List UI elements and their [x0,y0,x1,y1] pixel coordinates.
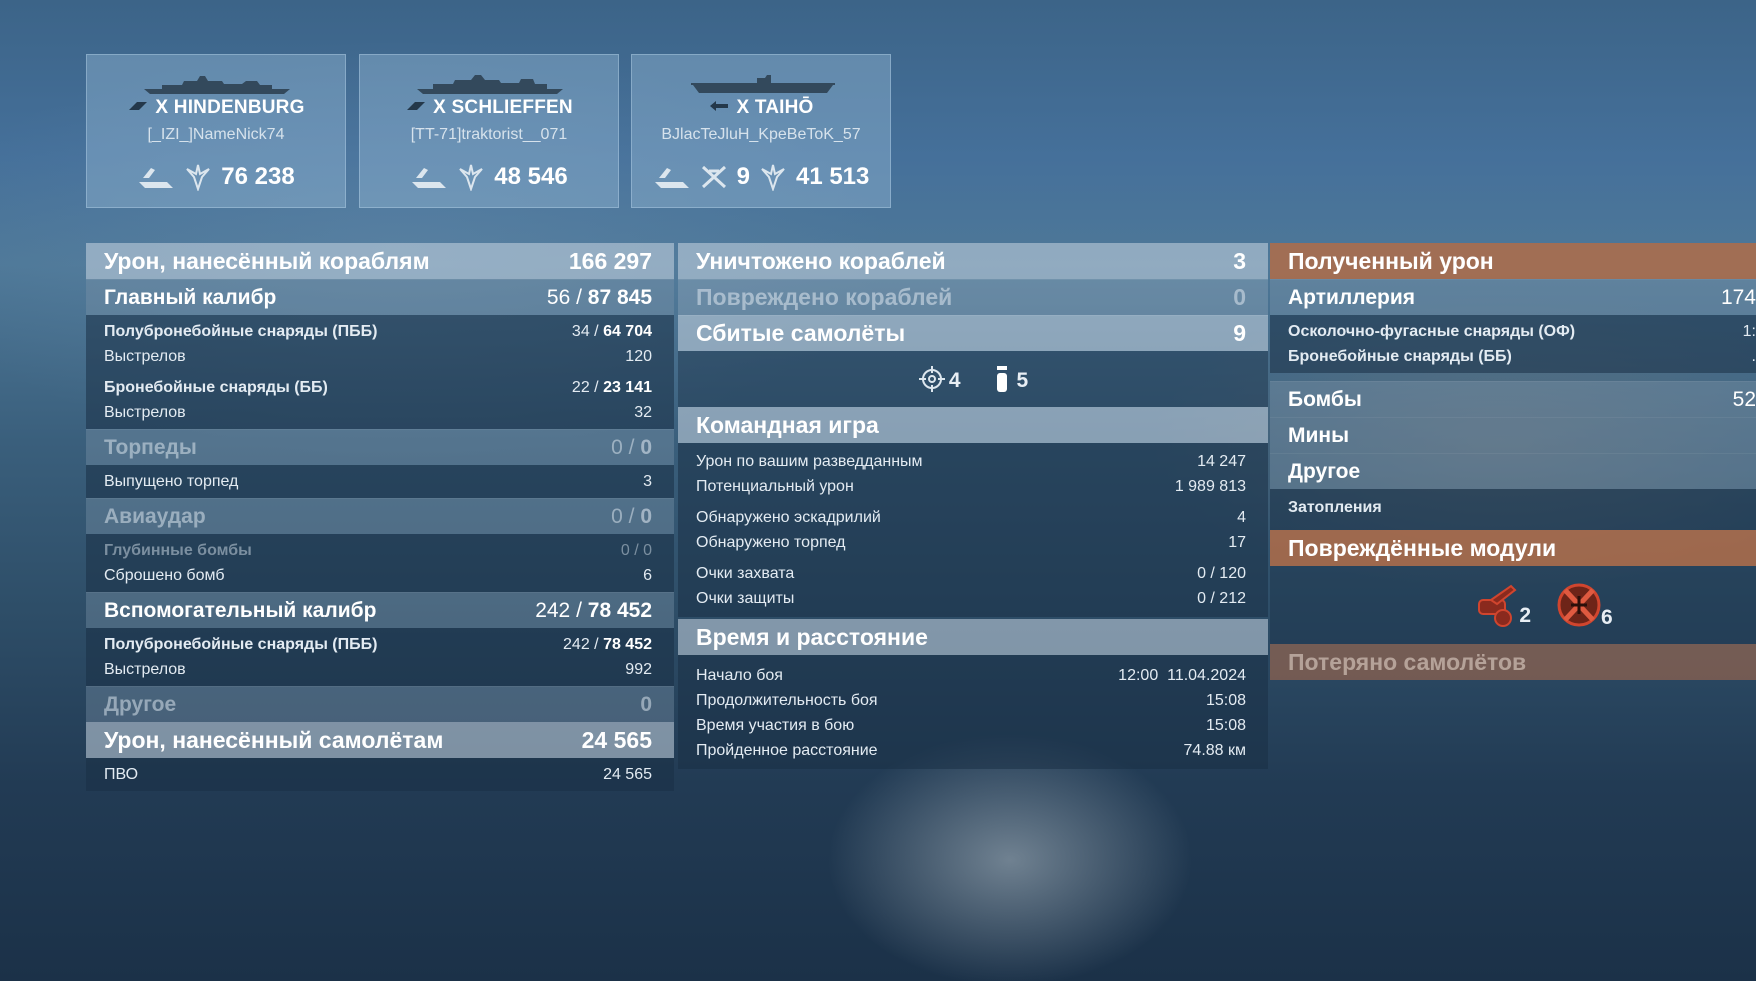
carrier-class-icon [710,101,729,111]
cruiser-class-icon [129,102,148,110]
kills-panel: Уничтожено кораблей 3 Повреждено корабле… [678,243,1268,769]
player-name: [TT-71]traktorist__071 [410,126,568,143]
lost-planes-header[interactable]: Потеряно самолётов [1270,644,1756,680]
teamplay-header[interactable]: Командная игра [678,407,1268,443]
depth-charges-row: Глубинные бомбы 0 / 0 [104,541,652,559]
ship-damage-header[interactable]: Урон, нанесённый кораблям 166 297 [86,243,674,279]
ap-received-row: Бронебойные снаряды (ББ). [1288,347,1756,365]
plane-damage-header[interactable]: Урон, нанесённый самолётам 24 565 [86,722,674,758]
ship-name: TAIHŌ [754,97,814,118]
other-received-details: Затопления [1270,489,1756,530]
torpedo-details: Выпущено торпед 3 [86,465,674,498]
ship-damage-icon [412,168,447,188]
ap-shots-row: Выстрелов 32 [104,403,652,421]
defense-points-row: Очки защиты 0 / 212 [696,589,1246,607]
fighter-kills-count: 4 [948,369,961,392]
sap-shots-row: Выстрелов 120 [104,347,652,365]
received-damage-panel: Полученный урон Артиллерия 174 Осколочно… [1270,243,1756,680]
ship-damage-value: 48 546 [494,163,568,190]
damaged-guns-count: 2 [1519,604,1531,627]
potential-damage-row: Потенциальный урон 1 989 813 [696,477,1246,495]
ap-row: Бронебойные снаряды (ББ) 22 / 23 141 [104,378,652,396]
battle-duration-row: Продолжительность боя 15:08 [696,691,1246,709]
spotting-damage-row: Урон по вашим разведданным 14 247 [696,452,1246,470]
sap-row: Полубронебойные снаряды (ПББ) 34 / 64 704 [104,322,652,340]
ships-destroyed-row[interactable]: Уничтожено кораблей 3 [678,243,1268,279]
airstrike-details: Глубинные бомбы 0 / 0 Сброшено бомб 6 [86,534,674,592]
torpedoes-spotted-row: Обнаружено торпед 17 [696,533,1246,551]
distance-row: Пройденное расстояние 74.88 км [696,741,1246,759]
damaged-modules-icons: 2 6 [1270,566,1756,644]
squadrons-spotted-row: Обнаружено эскадрилий 4 [696,508,1246,526]
damage-panel: Урон, нанесённый кораблям 166 297 Главны… [86,243,674,791]
time-distance-header[interactable]: Время и расстояние [678,619,1268,655]
aa-shell-icon [996,366,1007,392]
ship-name: HINDENBURG [173,97,305,118]
ship-tier: X [433,97,447,118]
time-distance-details: Начало боя 12:00 11.04.2024 Продолжительн… [678,655,1268,769]
secondary-sap-row: Полубронебойные снаряды (ПББ) 242 / 78 45… [104,635,652,653]
ships-damaged-row[interactable]: Повреждено кораблей 0 [678,279,1268,315]
torpedoes-fired-row: Выпущено торпед 3 [104,472,652,490]
planes-shot-value: 9 [736,163,750,190]
teamplay-details: Урон по вашим разведданным 14 247 Потенци… [678,443,1268,617]
secondary-battery-row[interactable]: Вспомогательный калибр 242 / 78 452 [86,592,674,628]
battle-start-row: Начало боя 12:00 11.04.2024 [696,666,1246,684]
ship-damage-icon [139,168,174,188]
explosion-icon [186,164,211,191]
damaged-gun-icon [1478,584,1517,627]
bombs-dropped-row: Сброшено бомб 6 [104,566,652,584]
ship-silhouette-icon [417,75,563,94]
participation-time-row: Время участия в бою 15:08 [696,716,1246,734]
received-damage-header[interactable]: Полученный урон [1270,243,1756,279]
planes-shot-down-row[interactable]: Сбитые самолёты 9 [678,315,1268,351]
ship-damage-icon [654,168,689,188]
planes-breakdown: 4 5 [678,351,1268,407]
explosion-icon [459,164,484,191]
ship-name: SCHLIEFFEN [451,97,573,118]
ship-damage-value: 76 238 [221,163,295,190]
other-received-row[interactable]: Другое [1270,453,1756,489]
capture-points-row: Очки захвата 0 / 120 [696,564,1246,582]
ship-card-taiho[interactable]: X TAIHŌ BJlacTeJluH_KpeBeToK_57 9 41 513 [631,54,891,208]
he-received-row: Осколочно-фугасные снаряды (ОФ) 1: [1288,322,1756,340]
damaged-modules-header[interactable]: Повреждённые модули [1270,530,1756,566]
ship-card-schlieffen[interactable]: X SCHLIEFFEN [TT-71]traktorist__071 48 5… [359,54,619,208]
ship-damage-value: 41 513 [795,163,870,190]
flooding-row: Затопления [1288,498,1382,516]
damaged-plane-icon [1557,583,1601,627]
artillery-received-row[interactable]: Артиллерия 174 [1270,279,1756,315]
damaged-planes-count: 6 [1601,606,1613,629]
aa-row: ПВО 24 565 [104,765,652,783]
explosion-icon [761,164,785,191]
main-battery-details: Полубронебойные снаряды (ПББ) 34 / 64 704… [86,315,674,429]
secondary-details: Полубронебойные снаряды (ПББ) 242 / 78 45… [86,628,674,686]
player-name: [_IZI_]NameNick74 [147,126,285,143]
main-battery-row[interactable]: Главный калибр 56 / 87 845 [86,279,674,315]
plane-damage-details: ПВО 24 565 [86,758,674,791]
aa-kills-count: 5 [1016,369,1029,392]
ship-tier: X [155,97,169,118]
ship-tier: X [736,97,750,118]
ship-card-hindenburg[interactable]: X HINDENBURG [_IZI_]NameNick74 76 238 [86,54,346,208]
mines-received-row[interactable]: Мины [1270,417,1756,453]
torpedoes-row[interactable]: Торпеды 0 / 0 [86,429,674,465]
ship-silhouette-icon [144,76,290,94]
artillery-received-details: Осколочно-фугасные снаряды (ОФ) 1: Бронеб… [1270,315,1756,373]
bombs-received-row[interactable]: Бомбы 52 [1270,381,1756,417]
battleship-class-icon [407,102,426,110]
secondary-shots-row: Выстрелов 992 [104,660,652,678]
player-name: BJlacTeJluH_KpeBeToK_57 [661,126,861,143]
airstrike-row[interactable]: Авиаудар 0 / 0 [86,498,674,534]
ship-silhouette-icon [691,75,835,93]
plane-shot-icon [701,165,726,189]
other-damage-row[interactable]: Другое 0 [86,686,674,722]
crosshair-icon [918,366,945,392]
